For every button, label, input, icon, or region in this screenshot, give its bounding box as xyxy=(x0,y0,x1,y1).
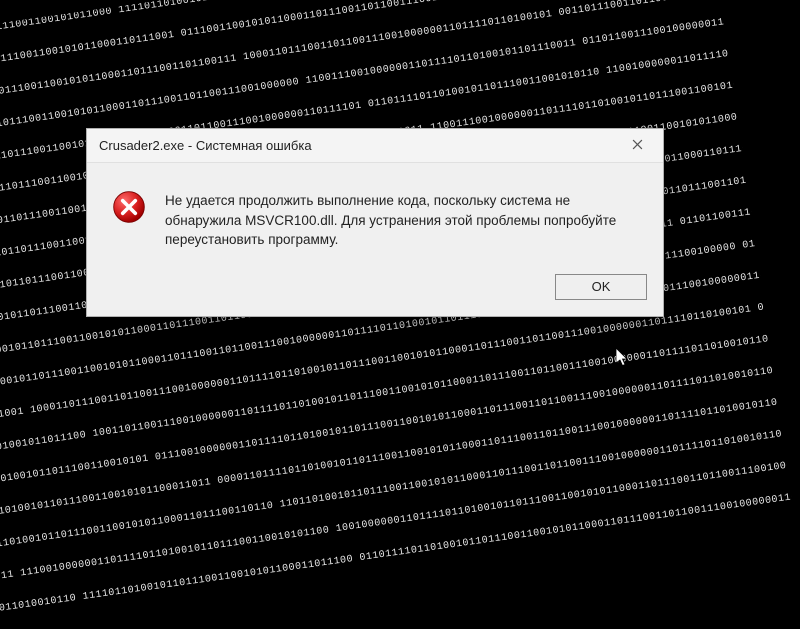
error-icon xyxy=(111,189,147,225)
ok-button[interactable]: OK xyxy=(555,274,647,300)
error-message: Не удается продолжить выполнение кода, п… xyxy=(165,189,639,250)
close-button[interactable] xyxy=(615,131,659,161)
close-icon xyxy=(632,137,643,155)
error-dialog: Crusader2.exe - Системная ошибка Не xyxy=(86,128,664,317)
dialog-title: Crusader2.exe - Системная ошибка xyxy=(99,138,312,153)
dialog-titlebar: Crusader2.exe - Системная ошибка xyxy=(87,129,663,163)
mouse-cursor xyxy=(616,348,630,368)
dialog-button-row: OK xyxy=(87,268,663,316)
dialog-content: Не удается продолжить выполнение кода, п… xyxy=(87,163,663,268)
